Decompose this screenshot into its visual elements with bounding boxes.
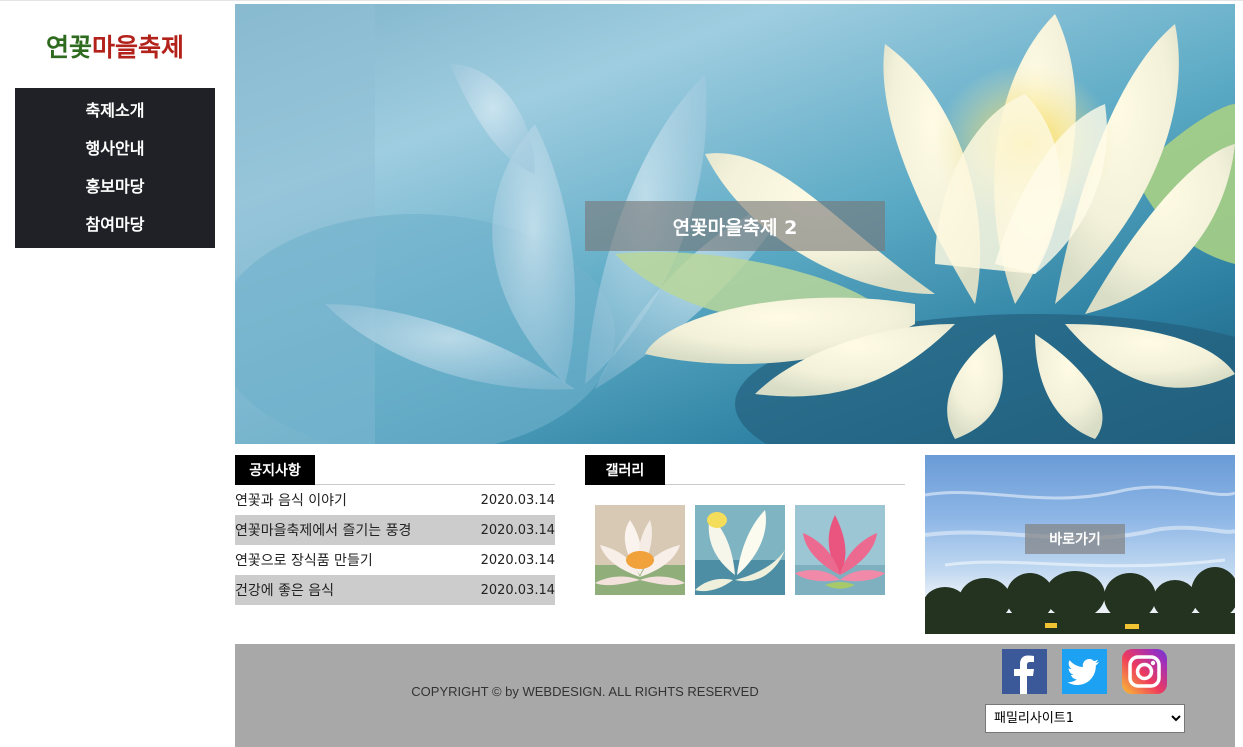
gallery-tab[interactable]: 갤러리 [585,455,665,485]
notice-board: 공지사항 연꽃과 음식 이야기 2020.03.14 연꽃마을축제에서 즐기는 풍… [235,455,555,605]
gallery-header: 갤러리 [585,455,905,485]
hero-caption: 연꽃마을축제 2 [585,201,885,251]
social-links [1002,649,1167,694]
nav-item-festival-intro[interactable]: 축제소개 [15,95,215,127]
notice-item-title[interactable]: 연꽃마을축제에서 즐기는 풍경 [235,520,411,540]
hero-banner: 연꽃마을축제 2 [235,4,1235,444]
notice-list: 연꽃과 음식 이야기 2020.03.14 연꽃마을축제에서 즐기는 풍경 2020… [235,485,555,605]
logo-part-1: 연꽃 [45,33,92,62]
notice-item-date: 2020.03.14 [480,522,555,538]
gallery-thumbnail-pink-lotus[interactable] [795,505,885,595]
notice-item-date: 2020.03.14 [480,492,555,508]
nav-item-participation[interactable]: 참여마당 [15,209,215,241]
twitter-icon[interactable] [1062,649,1107,694]
nav-item-promotion[interactable]: 홍보마당 [15,171,215,203]
instagram-icon[interactable] [1122,649,1167,694]
notice-item[interactable]: 건강에 좋은 음식 2020.03.14 [235,575,555,605]
logo-part-2: 마을축제 [92,33,185,62]
notice-tab[interactable]: 공지사항 [235,455,315,485]
notice-item-date: 2020.03.14 [480,552,555,568]
main-nav: 축제소개 행사안내 홍보마당 참여마당 [15,88,215,248]
nav-item-event-guide[interactable]: 행사안내 [15,133,215,165]
gallery-thumbnail-white-lotus[interactable] [695,505,785,595]
notice-item-title[interactable]: 연꽃과 음식 이야기 [235,490,347,510]
shortcut-button[interactable]: 바로가기 [1025,524,1125,554]
copyright-text: COPYRIGHT © by WEBDESIGN. ALL RIGHTS RES… [411,684,759,699]
notice-header: 공지사항 [235,455,555,485]
notice-item-date: 2020.03.14 [480,582,555,598]
footer: COPYRIGHT © by WEBDESIGN. ALL RIGHTS RES… [235,644,1235,747]
notice-item[interactable]: 연꽃과 음식 이야기 2020.03.14 [235,485,555,515]
family-site-select[interactable]: 패밀리사이트1 [985,704,1185,733]
gallery-thumbnail-white-orange-lotus[interactable] [595,505,685,595]
site-logo[interactable]: 연꽃 마을축제 [15,4,215,88]
gallery: 갤러리 [585,455,905,595]
gallery-thumbnails [585,505,905,595]
sidebar: 연꽃 마을축제 축제소개 행사안내 홍보마당 참여마당 [15,4,215,248]
notice-item[interactable]: 연꽃마을축제에서 즐기는 풍경 2020.03.14 [235,515,555,545]
facebook-icon[interactable] [1002,649,1047,694]
shortcut-banner: 바로가기 [925,455,1235,634]
notice-item-title[interactable]: 연꽃으로 장식품 만들기 [235,550,373,570]
notice-item[interactable]: 연꽃으로 장식품 만들기 2020.03.14 [235,545,555,575]
notice-item-title[interactable]: 건강에 좋은 음식 [235,580,334,600]
